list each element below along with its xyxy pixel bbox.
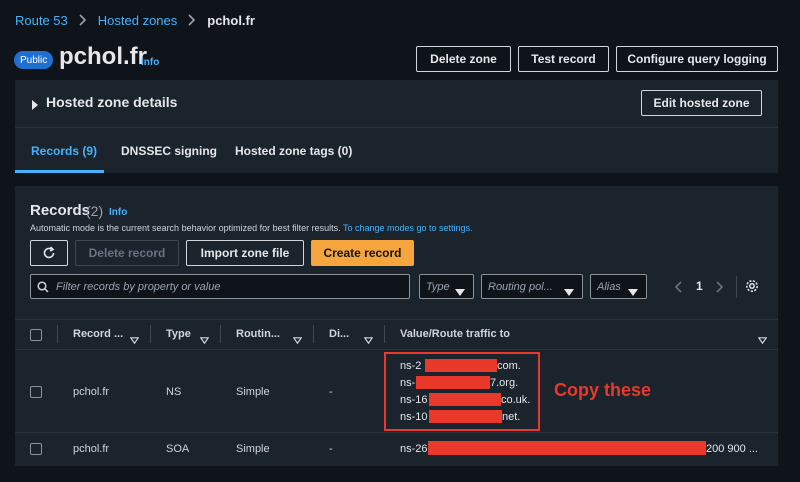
select-all-checkbox[interactable] xyxy=(30,329,42,341)
delete-record-button[interactable]: Delete record xyxy=(75,240,179,266)
alias-filter-label: Alias xyxy=(597,281,621,293)
records-title: Records xyxy=(30,202,91,219)
tab-hosted-zone-tags[interactable]: Hosted zone tags (0) xyxy=(235,144,352,158)
routing-filter-label: Routing pol... xyxy=(488,281,553,293)
column-header-value[interactable]: Value/Route traffic to xyxy=(400,328,510,340)
record-type: SOA xyxy=(166,443,190,455)
record-name: pchol.fr xyxy=(73,443,110,455)
column-divider xyxy=(384,325,385,343)
refresh-icon xyxy=(43,246,55,259)
record-routing: Simple xyxy=(236,443,270,455)
caret-down-icon xyxy=(455,283,465,301)
breadcrumb: Route 53 Hosted zones pchol.fr xyxy=(15,12,255,28)
caret-right-icon[interactable] xyxy=(31,97,39,115)
row-checkbox[interactable] xyxy=(30,443,42,455)
redaction-bar xyxy=(428,441,706,455)
gear-icon[interactable] xyxy=(745,279,759,298)
sort-caret-icon[interactable] xyxy=(363,331,374,349)
tab-dnssec-signing[interactable]: DNSSEC signing xyxy=(121,144,217,158)
record-routing: Simple xyxy=(236,386,270,398)
records-info-link[interactable]: Info xyxy=(109,207,127,218)
copy-callout-box xyxy=(384,352,540,431)
records-description-text: Automatic mode is the current search beh… xyxy=(30,223,341,233)
copy-callout-text: Copy these xyxy=(554,380,652,400)
column-divider xyxy=(220,325,221,343)
configure-query-logging-button[interactable]: Configure query logging xyxy=(616,46,778,72)
soa-value-prefix: ns-26 xyxy=(400,443,428,455)
edit-hosted-zone-button[interactable]: Edit hosted zone xyxy=(641,90,762,116)
column-header-type[interactable]: Type xyxy=(166,328,191,340)
column-header-routing[interactable]: Routin... xyxy=(236,328,280,340)
record-name: pchol.fr xyxy=(73,386,110,398)
chevron-right-icon[interactable] xyxy=(716,280,724,298)
current-page-number[interactable]: 1 xyxy=(696,279,703,293)
caret-down-icon xyxy=(628,283,638,301)
chevron-left-icon[interactable] xyxy=(674,280,682,298)
info-link[interactable]: Info xyxy=(141,57,159,68)
column-divider xyxy=(57,325,58,343)
breadcrumb-hosted-zones[interactable]: Hosted zones xyxy=(98,13,178,28)
chevron-right-icon xyxy=(76,13,90,27)
sort-caret-icon[interactable] xyxy=(199,331,210,349)
type-filter-label: Type xyxy=(426,281,450,293)
caret-down-icon xyxy=(564,283,574,301)
chevron-right-icon xyxy=(185,13,199,27)
pagination-divider xyxy=(736,276,737,298)
sort-caret-icon[interactable] xyxy=(757,331,768,349)
column-header-differentiator[interactable]: Di... xyxy=(329,328,349,340)
page-title: pchol.fr xyxy=(59,43,147,70)
sort-caret-icon[interactable] xyxy=(292,331,303,349)
create-record-button[interactable]: Create record xyxy=(311,240,414,266)
refresh-button[interactable] xyxy=(30,240,68,266)
column-divider xyxy=(313,325,314,343)
sort-caret-icon[interactable] xyxy=(129,331,140,349)
row-checkbox[interactable] xyxy=(30,386,42,398)
record-type: NS xyxy=(166,386,182,398)
import-zone-file-button[interactable]: Import zone file xyxy=(186,240,304,266)
column-header-record-name[interactable]: Record ... xyxy=(73,328,123,340)
tab-records[interactable]: Records (9) xyxy=(31,144,97,158)
records-description: Automatic mode is the current search beh… xyxy=(30,223,473,233)
column-divider xyxy=(150,325,151,343)
settings-link[interactable]: To change modes go to settings. xyxy=(343,223,473,233)
record-differentiator: - xyxy=(329,443,333,455)
breadcrumb-route53[interactable]: Route 53 xyxy=(15,13,68,28)
public-badge: Public xyxy=(14,51,54,69)
test-record-button[interactable]: Test record xyxy=(518,46,609,72)
records-count: (2) xyxy=(86,203,104,219)
active-tab-indicator xyxy=(15,170,104,173)
search-placeholder: Filter records by property or value xyxy=(56,281,221,293)
record-differentiator: - xyxy=(329,386,333,398)
hosted-zone-details-title[interactable]: Hosted zone details xyxy=(46,94,177,110)
search-icon xyxy=(37,280,49,298)
soa-value-suffix: 200 900 ... xyxy=(706,443,758,455)
delete-zone-button[interactable]: Delete zone xyxy=(416,46,511,72)
breadcrumb-current: pchol.fr xyxy=(207,12,255,28)
